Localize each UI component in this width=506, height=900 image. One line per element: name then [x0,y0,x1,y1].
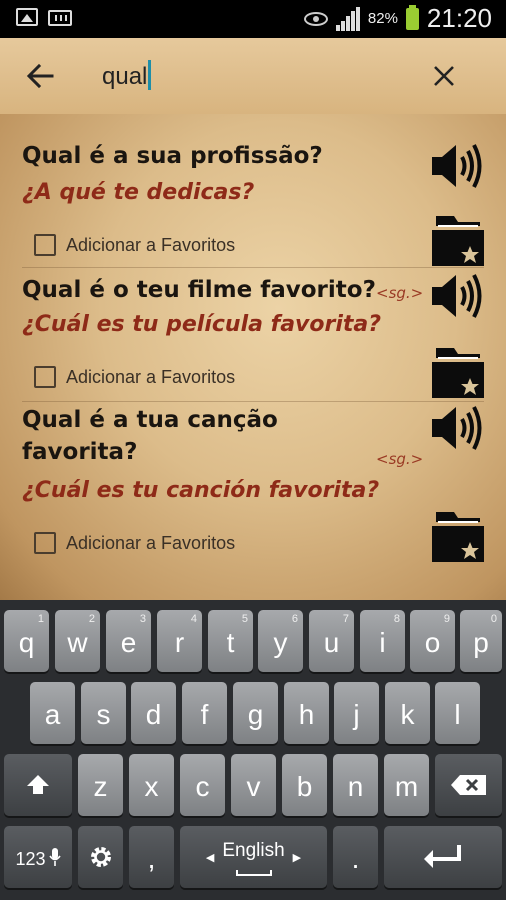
enter-key[interactable] [384,826,502,888]
key-e[interactable]: 3e [106,610,151,672]
portuguese-phrase: Qual é o teu filme favorito? [22,277,376,303]
list-item[interactable]: Qual é a sua profissão? ¿A qué te dedica… [0,114,506,268]
list-item[interactable]: Qual é o teu filme favorito? <sg.> ¿Cuál… [0,268,506,402]
shift-arrow-icon [27,775,49,794]
shift-key[interactable] [4,754,72,816]
microphone-icon [48,848,61,866]
list-item[interactable]: Qual é a tua canção favorita? <sg.> ¿Cuá… [0,402,506,600]
key-x[interactable]: x [129,754,174,816]
key-u[interactable]: 7u [309,610,354,672]
key-d[interactable]: d [131,682,176,744]
key-n[interactable]: n [333,754,378,816]
favorite-label: Adicionar a Favoritos [66,234,236,255]
results-list: Qual é a sua profissão? ¿A qué te dedica… [0,114,506,600]
grammar-note: <sg.> [376,284,424,302]
speaker-icon[interactable] [430,404,484,452]
smart-stay-eye-icon [303,11,328,26]
favorite-label: Adicionar a Favoritos [66,366,236,387]
spacebar-icon [236,870,272,876]
language-right-arrow-icon: ▶ [292,851,302,864]
spanish-translation: ¿Cuál es tu película favorita? [22,312,382,337]
key-a[interactable]: a [30,682,75,744]
key-f[interactable]: f [182,682,227,744]
comma-key[interactable]: , [129,826,174,888]
key-o[interactable]: 9o [410,610,455,672]
favorite-checkbox[interactable] [34,532,56,554]
key-g[interactable]: g [233,682,278,744]
key-r[interactable]: 4r [157,610,202,672]
gear-icon [90,847,111,867]
star-folder-icon[interactable] [428,508,486,564]
grammar-note: <sg.> [376,450,424,468]
backspace-key[interactable] [435,754,502,816]
image-notification-icon [16,8,38,26]
settings-key[interactable] [78,826,123,888]
battery-percentage: 82% [367,10,398,27]
symbols-key[interactable]: 123 [4,826,72,888]
signal-strength-icon [335,6,360,31]
key-c[interactable]: c [180,754,225,816]
key-t[interactable]: 5t [208,610,253,672]
space-language-label: English [222,840,285,861]
key-p[interactable]: 0p [460,610,502,672]
favorite-checkbox[interactable] [34,234,56,256]
search-toolbar: qual [0,38,506,114]
spanish-translation: ¿A qué te dedicas? [22,180,255,205]
key-j[interactable]: j [334,682,379,744]
key-w[interactable]: 2w [55,610,100,672]
portuguese-phrase: Qual é a sua profissão? [22,143,323,169]
key-q[interactable]: 1q [4,610,49,672]
soft-keyboard: 1q 2w 3e 4r 5t 6y 7u 8i 9o 0p a s d f g … [0,600,506,900]
space-key[interactable]: ◀ English ▶ [180,826,327,888]
backspace-icon [450,775,486,795]
portuguese-phrase-line-1: Qual é a tua canção [22,407,278,433]
star-folder-icon[interactable] [428,212,486,268]
key-y[interactable]: 6y [258,610,303,672]
add-to-favorites[interactable]: Adicionar a Favoritos [34,366,235,388]
star-folder-icon[interactable] [428,344,486,400]
key-z[interactable]: z [78,754,123,816]
language-left-arrow-icon: ◀ [205,851,215,864]
portuguese-phrase-line-2: favorita? [22,439,138,465]
key-i[interactable]: 8i [360,610,405,672]
key-k[interactable]: k [385,682,430,744]
period-key[interactable]: . [333,826,378,888]
search-input[interactable]: qual [102,60,152,91]
key-l[interactable]: l [435,682,480,744]
key-s[interactable]: s [81,682,126,744]
favorite-label: Adicionar a Favoritos [66,532,236,553]
status-bar: 82% 21:20 [0,0,506,38]
favorite-checkbox[interactable] [34,366,56,388]
keyboard-notification-icon [48,10,72,26]
speaker-icon[interactable] [430,272,484,320]
clock: 21:20 [426,3,492,33]
add-to-favorites[interactable]: Adicionar a Favoritos [34,532,235,554]
enter-return-icon [424,845,461,868]
speaker-icon[interactable] [430,142,484,190]
battery-icon [405,4,419,30]
add-to-favorites[interactable]: Adicionar a Favoritos [34,234,235,256]
key-b[interactable]: b [282,754,327,816]
key-v[interactable]: v [231,754,276,816]
key-h[interactable]: h [284,682,329,744]
back-arrow-icon[interactable] [24,60,56,92]
search-query: qual [102,63,148,90]
close-icon[interactable] [430,62,458,90]
spanish-translation: ¿Cuál es tu canción favorita? [22,478,380,503]
text-cursor [148,60,152,90]
key-m[interactable]: m [384,754,429,816]
